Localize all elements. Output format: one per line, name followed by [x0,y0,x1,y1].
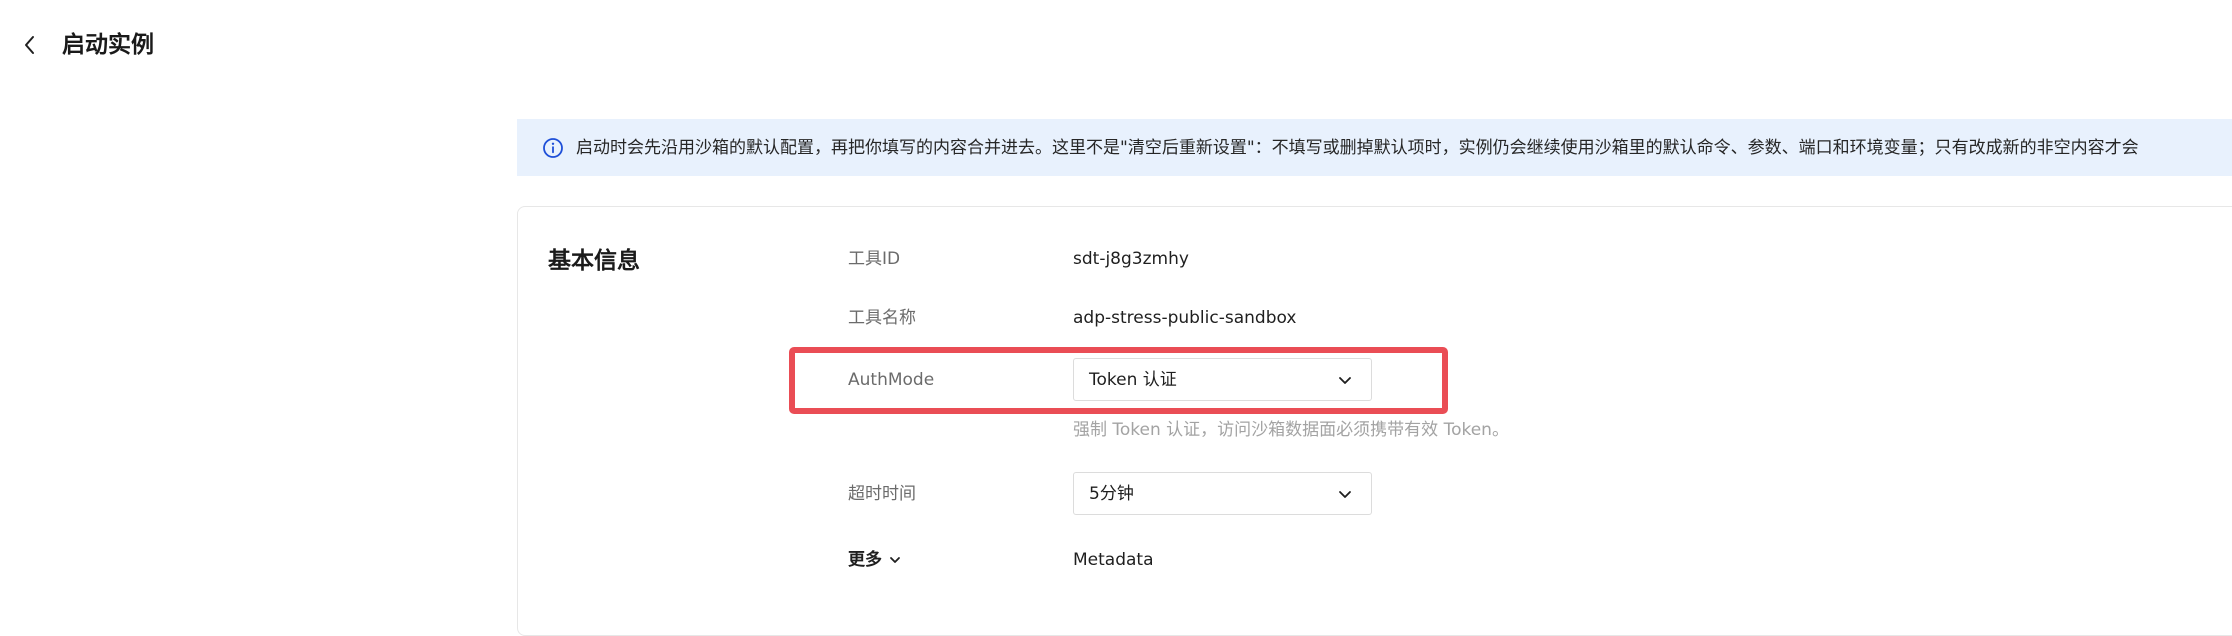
section-title: 基本信息 [548,248,640,274]
metadata-value: Metadata [1073,550,1154,570]
more-label: 更多 [848,550,882,570]
chevron-down-icon [1339,377,1351,384]
timeout-select[interactable]: 5分钟 [1073,472,1372,515]
tool-name-label: 工具名称 [848,308,916,328]
tool-id-label: 工具ID [848,249,901,269]
info-notice: 启动时会先沿用沙箱的默认配置，再把你填写的内容合并进去。这里不是"清空后重新设置… [517,119,2232,176]
info-circle-icon [543,137,563,158]
notice-text: 启动时会先沿用沙箱的默认配置，再把你填写的内容合并进去。这里不是"清空后重新设置… [576,137,2139,158]
timeout-label: 超时时间 [848,484,916,504]
chevron-down-icon [1339,491,1351,498]
chevron-down-icon [890,557,900,563]
tool-name-value: adp-stress-public-sandbox [1073,308,1297,328]
tool-id-value: sdt-j8g3zmhy [1073,249,1189,269]
page-title: 启动实例 [62,32,154,58]
back-button[interactable] [16,30,44,60]
auth-mode-label: AuthMode [848,370,935,390]
chevron-left-icon [25,36,34,54]
auth-mode-hint: 强制 Token 认证，访问沙箱数据面必须携带有效 Token。 [1073,420,1509,440]
more-toggle[interactable]: 更多 [848,548,902,572]
auth-mode-select[interactable]: Token 认证 [1073,358,1372,401]
timeout-selected-value: 5分钟 [1089,484,1134,504]
page-header: 启动实例 [0,0,2232,90]
auth-mode-selected-value: Token 认证 [1089,370,1177,390]
